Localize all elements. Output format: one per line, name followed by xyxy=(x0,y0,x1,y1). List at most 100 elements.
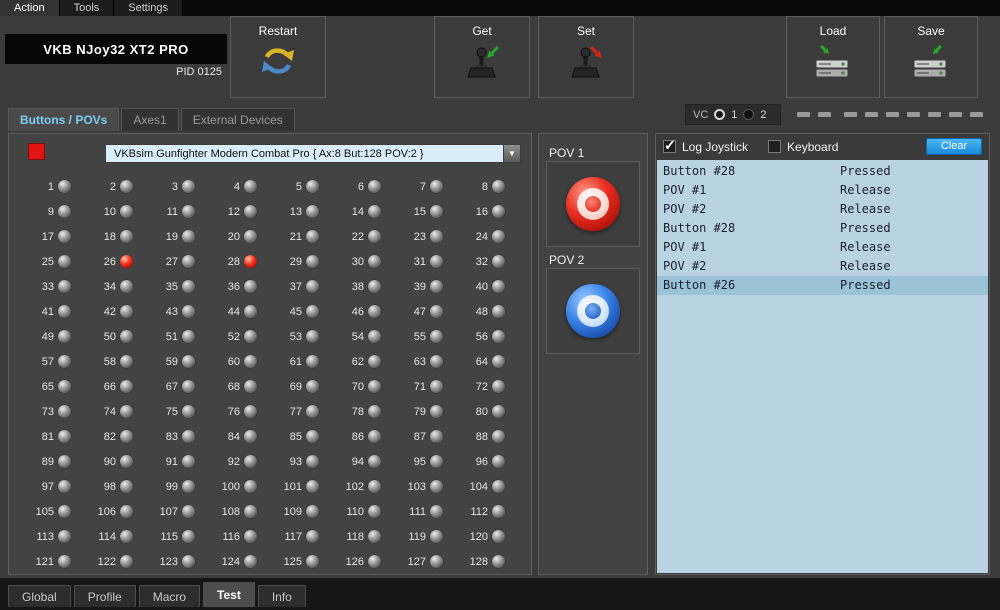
button-number: 54 xyxy=(352,331,364,343)
tab-buttons-povs[interactable]: Buttons / POVs xyxy=(8,108,119,131)
load-label: Load xyxy=(787,24,879,38)
log-entry[interactable]: Button #28Pressed xyxy=(657,219,988,238)
log-entry-event: Pressed xyxy=(840,221,891,235)
save-button[interactable]: Save xyxy=(884,16,978,98)
button-number: 73 xyxy=(42,406,54,418)
button-led xyxy=(58,180,71,193)
vc-radio-2[interactable] xyxy=(743,109,754,120)
button-led xyxy=(368,180,381,193)
log-area[interactable]: Button #28PressedPOV #1ReleasePOV #2Rele… xyxy=(657,160,988,573)
button-led xyxy=(58,330,71,343)
menu-item-tools[interactable]: Tools xyxy=(60,0,115,16)
button-cell-68: 68 xyxy=(207,374,269,399)
button-number: 70 xyxy=(352,381,364,393)
button-led xyxy=(306,405,319,418)
button-number: 108 xyxy=(222,506,240,518)
button-led xyxy=(244,480,257,493)
button-number: 115 xyxy=(160,531,178,543)
button-cell-52: 52 xyxy=(207,324,269,349)
button-led xyxy=(492,305,505,318)
load-button[interactable]: Load xyxy=(786,16,880,98)
dropdown-arrow-icon[interactable]: ▼ xyxy=(503,145,520,162)
set-button[interactable]: Set xyxy=(538,16,634,98)
tab-info[interactable]: Info xyxy=(258,585,306,607)
log-entry[interactable]: POV #2Release xyxy=(657,200,988,219)
button-led xyxy=(306,180,319,193)
restart-button[interactable]: Restart xyxy=(230,16,326,98)
button-cell-91: 91 xyxy=(145,449,207,474)
button-cell-49: 49 xyxy=(21,324,83,349)
log-entry[interactable]: POV #1Release xyxy=(657,181,988,200)
button-cell-59: 59 xyxy=(145,349,207,374)
log-entry-source: POV #2 xyxy=(663,200,840,219)
log-entry[interactable]: Button #28Pressed xyxy=(657,162,988,181)
button-number: 102 xyxy=(346,481,364,493)
button-cell-19: 19 xyxy=(145,224,207,249)
button-cell-58: 58 xyxy=(83,349,145,374)
button-cell-120: 120 xyxy=(455,524,517,549)
button-cell-116: 116 xyxy=(207,524,269,549)
button-cell-74: 74 xyxy=(83,399,145,424)
button-number: 67 xyxy=(166,381,178,393)
button-number: 76 xyxy=(228,406,240,418)
log-entry[interactable]: Button #26Pressed xyxy=(657,276,988,295)
button-cell-35: 35 xyxy=(145,274,207,299)
button-led xyxy=(368,330,381,343)
dash-indicator xyxy=(797,112,810,117)
button-number: 119 xyxy=(408,531,426,543)
button-cell-95: 95 xyxy=(393,449,455,474)
button-led xyxy=(492,255,505,268)
button-cell-36: 36 xyxy=(207,274,269,299)
log-entry[interactable]: POV #1Release xyxy=(657,238,988,257)
button-number: 98 xyxy=(104,481,116,493)
vc-radio-1[interactable] xyxy=(714,109,725,120)
button-led xyxy=(182,530,195,543)
tab-test[interactable]: Test xyxy=(203,582,255,607)
button-number: 118 xyxy=(346,531,364,543)
button-cell-9: 9 xyxy=(21,199,83,224)
button-led xyxy=(430,555,443,568)
button-led xyxy=(120,480,133,493)
tab-external-devices[interactable]: External Devices xyxy=(181,108,295,131)
button-cell-97: 97 xyxy=(21,474,83,499)
pov1-label: POV 1 xyxy=(549,146,584,160)
button-number: 53 xyxy=(290,331,302,343)
button-number: 60 xyxy=(228,356,240,368)
button-led xyxy=(430,530,443,543)
button-led xyxy=(306,555,319,568)
button-led xyxy=(430,255,443,268)
button-number: 59 xyxy=(166,356,178,368)
device-selector-dropdown[interactable]: VKBsim Gunfighter Modern Combat Pro { Ax… xyxy=(105,144,521,163)
button-led xyxy=(244,355,257,368)
button-number: 80 xyxy=(476,406,488,418)
button-cell-98: 98 xyxy=(83,474,145,499)
button-number: 103 xyxy=(408,481,426,493)
button-number: 84 xyxy=(228,431,240,443)
button-led xyxy=(306,530,319,543)
button-number: 83 xyxy=(166,431,178,443)
menu-item-action[interactable]: Action xyxy=(0,0,60,16)
tab-global[interactable]: Global xyxy=(8,585,71,607)
log-joystick-checkbox[interactable] xyxy=(663,140,676,153)
get-button[interactable]: Get xyxy=(434,16,530,98)
button-led xyxy=(492,555,505,568)
button-led xyxy=(244,330,257,343)
get-joystick-icon xyxy=(435,45,529,82)
keyboard-checkbox[interactable] xyxy=(768,140,781,153)
button-number: 44 xyxy=(228,306,240,318)
clear-log-button[interactable]: Clear xyxy=(926,138,982,155)
button-led xyxy=(430,430,443,443)
menu-item-settings[interactable]: Settings xyxy=(114,0,183,16)
vc-radio-1-label: 1 xyxy=(731,109,737,121)
tab-macro[interactable]: Macro xyxy=(139,585,200,607)
button-cell-73: 73 xyxy=(21,399,83,424)
button-cell-64: 64 xyxy=(455,349,517,374)
button-number: 18 xyxy=(104,231,116,243)
button-cell-41: 41 xyxy=(21,299,83,324)
button-cell-123: 123 xyxy=(145,549,207,574)
log-entry[interactable]: POV #2Release xyxy=(657,257,988,276)
segment-indicators xyxy=(797,112,983,117)
tab-profile[interactable]: Profile xyxy=(74,585,136,607)
button-led xyxy=(58,380,71,393)
tab-axes1[interactable]: Axes1 xyxy=(121,108,178,131)
